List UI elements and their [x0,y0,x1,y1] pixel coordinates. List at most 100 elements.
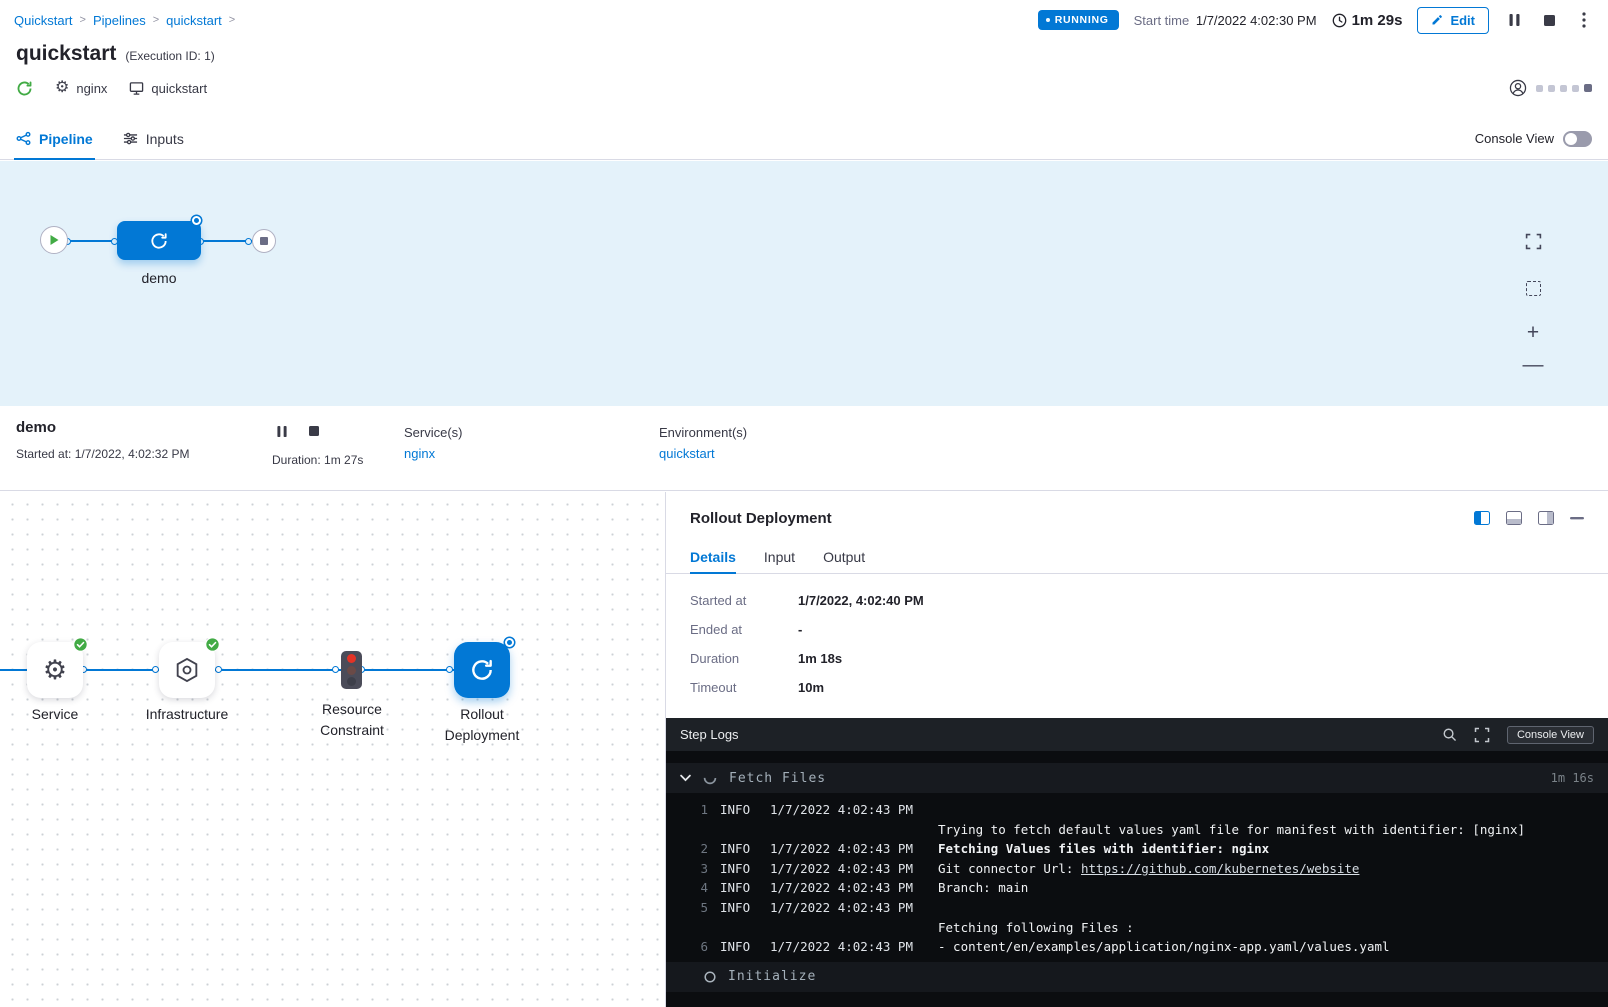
step-panel-header: Rollout Deployment [666,492,1608,540]
start-time-label: Start time [1134,13,1190,28]
pipeline-end-node[interactable] [252,229,276,253]
detail-value: - [798,622,802,637]
more-options-button[interactable] [1574,10,1594,30]
layout-right-view-button[interactable] [1538,511,1554,525]
log-section-fetch-files[interactable]: Fetch Files 1m 16s [666,763,1608,793]
log-section-initialize[interactable]: Initialize [666,962,1608,992]
breadcrumb-separator: > [229,14,235,26]
edit-button[interactable]: Edit [1417,7,1489,34]
canvas-fullscreen-button[interactable] [1522,230,1544,252]
tab-pipeline-label: Pipeline [39,131,93,147]
log-timestamp: 1/7/2022 4:02:43 PM [770,800,922,820]
log-line-number [678,820,708,840]
canvas-select-button[interactable] [1522,277,1544,299]
environment-link[interactable]: quickstart [659,446,715,461]
collaborators [1509,79,1592,97]
log-message: Fetching Values files with identifier: n… [938,839,1269,859]
stage-node-demo[interactable] [117,221,201,260]
edge [83,669,159,671]
marquee-icon [1526,281,1541,296]
stage-started-at: Started at: 1/7/2022, 4:02:32 PM [16,447,272,461]
rollout-deployment-icon [469,657,495,683]
log-message: Fetching following Files : [938,918,1134,938]
log-timestamp: 1/7/2022 4:02:43 PM [770,937,922,957]
step-logs-header: Step Logs Console View [666,718,1608,751]
duration-label: Duration: [272,453,321,467]
stop-icon [260,237,268,245]
console-view-label: Console View [1475,131,1554,146]
log-level: INFO [720,898,762,918]
console-view-toggle[interactable] [1563,131,1592,147]
top-bar: Quickstart > Pipelines > quickstart > RU… [0,0,1608,40]
plus-icon: + [1527,322,1539,343]
log-timestamp: 1/7/2022 4:02:43 PM [770,839,922,859]
edge-connector [446,666,453,673]
abort-execution-button[interactable] [1539,10,1559,30]
user-avatar-icon[interactable] [1509,79,1527,97]
breadcrumb-link-pipeline[interactable]: quickstart [166,13,222,28]
log-fullscreen-button[interactable] [1474,727,1490,743]
log-console-view-button[interactable]: Console View [1507,726,1594,744]
detail-row: Duration 1m 18s [690,650,1584,667]
tab-pipeline[interactable]: Pipeline [16,118,93,159]
log-line: 5 INFO 1/7/2022 4:02:43 PM [666,898,1608,918]
edge [0,669,27,671]
start-time: Start time 1/7/2022 4:02:30 PM [1134,13,1317,28]
breadcrumb-link-project[interactable]: Quickstart [14,13,73,28]
edge-connector [245,238,252,245]
log-line: 3 INFO 1/7/2022 4:02:43 PM Git connector… [666,859,1608,879]
log-search-button[interactable] [1442,727,1457,742]
execution-detail-split: ⚙ Service Infrastructure Resour [0,492,1608,1007]
log-line-number: 6 [678,937,708,957]
log-message: Branch: main [938,878,1028,898]
clock-icon [1332,13,1347,28]
elapsed-value: 1m 29s [1352,12,1403,29]
tab-inputs-label: Inputs [146,131,184,147]
step-details: Started at 1/7/2022, 4:02:40 PM Ended at… [666,574,1608,718]
tab-output[interactable]: Output [823,540,865,573]
step-node-service[interactable]: ⚙ [27,642,83,698]
log-level: INFO [720,859,762,879]
tab-inputs[interactable]: Inputs [123,118,184,159]
success-check-icon [205,637,220,652]
tab-input[interactable]: Input [764,540,795,573]
breadcrumb-link-pipelines[interactable]: Pipelines [93,13,146,28]
title-row: quickstart (Execution ID: 1) [16,42,215,66]
layout-split-view-button[interactable] [1474,511,1490,525]
edge [215,669,341,671]
detail-label: Started at [690,593,798,608]
minimize-panel-button[interactable] [1570,517,1584,520]
log-line-number: 3 [678,859,708,879]
environment-chip[interactable]: quickstart [129,81,207,96]
step-node-rollout-deployment[interactable] [454,642,510,698]
stage-summary-bar: demo Started at: 1/7/2022, 4:02:32 PM Du… [0,406,1608,491]
traffic-light-green [347,677,356,686]
layout-bottom-view-button[interactable] [1506,511,1522,525]
log-section-title: Initialize [728,969,816,984]
spinner-icon [703,771,717,785]
zoom-in-button[interactable]: + [1522,321,1544,343]
pause-execution-button[interactable] [1504,10,1524,30]
avatar-placeholder [1572,85,1579,92]
zoom-out-button[interactable]: — [1522,353,1544,375]
stage-pause-button[interactable] [272,421,292,441]
tab-details[interactable]: Details [690,540,736,573]
stage-stop-button[interactable] [304,421,324,441]
step-detail-panel: Rollout Deployment [665,492,1608,1007]
log-line: 6 INFO 1/7/2022 4:02:43 PM - content/en/… [666,937,1608,957]
service-link[interactable]: nginx [404,446,435,461]
stop-icon [1544,15,1555,26]
step-node-infrastructure[interactable] [159,642,215,698]
log-line-number: 5 [678,898,708,918]
step-node-resource-constraint[interactable] [341,651,362,689]
status-badge-label: RUNNING [1055,14,1109,26]
services-label: Service(s) [404,425,659,440]
log-level: INFO [720,839,762,859]
log-lines: 1 INFO 1/7/2022 4:02:43 PM Trying to fet… [666,793,1608,962]
service-chip[interactable]: ⚙ nginx [55,80,107,96]
step-node-label: Service [0,704,125,725]
breadcrumb-separator: > [153,14,159,26]
edge-connector [215,666,222,673]
log-url-link[interactable]: https://github.com/kubernetes/website [1081,861,1359,876]
pipeline-start-node[interactable] [40,226,68,254]
